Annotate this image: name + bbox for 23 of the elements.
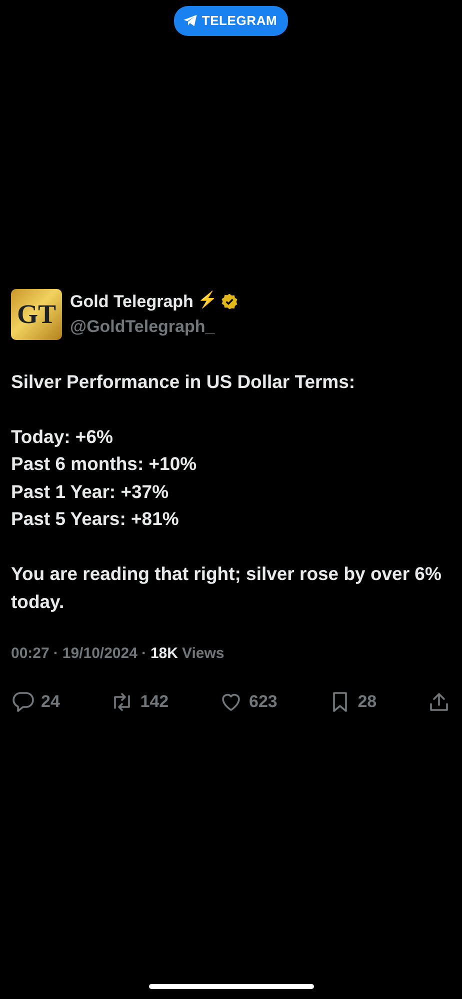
tweet-text-line: Today: +6%: [11, 424, 114, 449]
emoji-lightning: ⚡: [197, 290, 218, 312]
author-name: Gold Telegraph: [70, 290, 194, 313]
post-date: 19/10/2024: [62, 644, 138, 664]
reply-icon: [11, 690, 35, 714]
tweet-text-line: Past 6 months: +10%: [11, 452, 198, 476]
author-handle[interactable]: @GoldTelegraph_: [70, 314, 238, 340]
tweet-text-line: Past 5 Years: +81%: [11, 507, 180, 531]
repost-button[interactable]: 142: [110, 689, 169, 714]
telegram-badge[interactable]: TELEGRAM: [174, 6, 288, 36]
tweet-text-line: Silver Performance in US Dollar Terms:: [11, 370, 356, 394]
views-count: 18K: [150, 644, 178, 664]
bookmark-button[interactable]: 28: [328, 689, 377, 714]
like-button[interactable]: 623: [218, 689, 278, 714]
logo: GT: [11, 288, 62, 340]
reply-button[interactable]: 24: [11, 689, 60, 714]
views-label: Views: [182, 644, 224, 664]
separator-dot: ·: [53, 644, 58, 664]
paper-plane-icon: [182, 14, 198, 28]
separator-dot: ·: [141, 644, 146, 664]
tweet-text-line: Past 1 Year: +37%: [11, 480, 170, 504]
post-time: 00:27: [11, 644, 50, 664]
tweet-text-line: You are reading that right; silver rose by over 6% today.: [11, 562, 442, 614]
